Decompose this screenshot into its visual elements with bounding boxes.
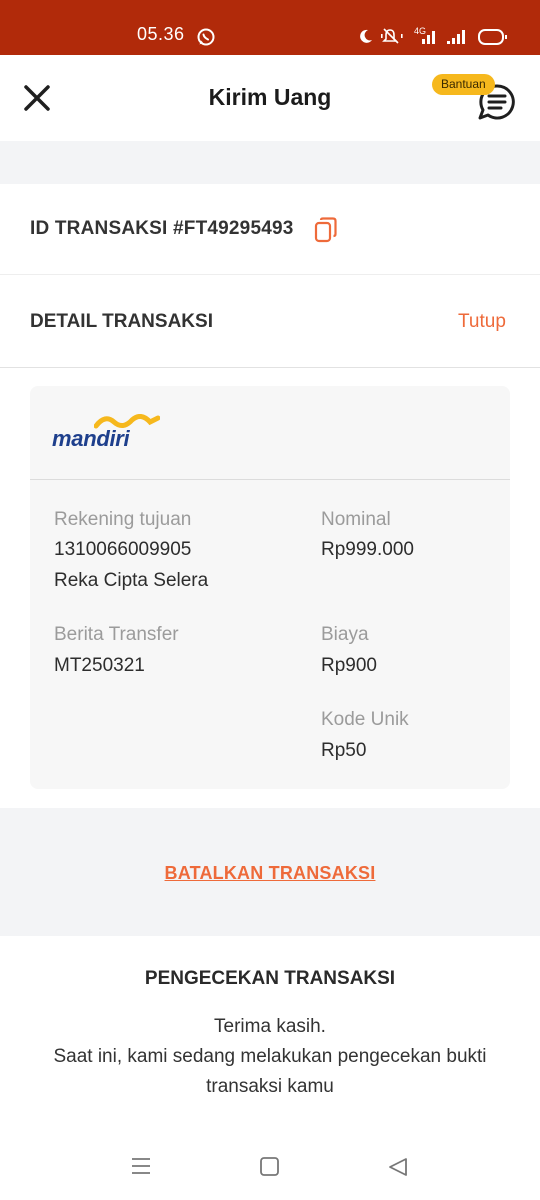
transaction-id: ID TRANSAKSI #FT49295493 <box>30 218 294 239</box>
transaction-id-row: ID TRANSAKSI #FT49295493 <box>0 184 540 275</box>
recipient-name: Reka Cipta Selera <box>54 570 209 591</box>
detail-title: DETAIL TRANSAKSI <box>30 311 213 332</box>
app-header: Kirim Uang Bantuan <box>0 55 540 141</box>
message-label: Berita Transfer <box>54 624 179 645</box>
cancel-section: BATALKAN TRANSAKSI <box>0 808 540 936</box>
section-spacer <box>0 141 540 184</box>
transaction-detail-card: mandiri Rekening tujuan 1310066009905 Re… <box>30 386 510 789</box>
card-divider <box>30 479 510 480</box>
mandiri-logo: mandiri <box>52 412 162 452</box>
fee-value: Rp900 <box>321 655 377 676</box>
mandiri-logo-text: mandiri <box>52 426 130 451</box>
check-message: Terima kasih. Saat ini, kami sedang mela… <box>30 1012 510 1102</box>
status-bar: 05.36 4G <box>0 0 540 55</box>
whatsapp-icon <box>197 28 215 46</box>
system-nav-bar <box>0 1130 540 1200</box>
recipient-account: 1310066009905 <box>54 539 192 560</box>
copy-icon[interactable] <box>314 217 338 243</box>
signal-icon <box>422 30 465 44</box>
mute-icon <box>381 28 403 44</box>
menu-icon[interactable] <box>130 1156 152 1176</box>
cancel-transaction-wrap: BATALKAN TRANSAKSI <box>0 863 540 884</box>
message-value: MT250321 <box>54 655 145 676</box>
nominal-value: Rp999.000 <box>321 539 414 560</box>
status-time: 05.36 <box>137 24 185 44</box>
unique-code-label: Kode Unik <box>321 709 409 730</box>
check-message-line1: Terima kasih. <box>214 1016 326 1037</box>
detail-header: DETAIL TRANSAKSI Tutup <box>0 275 540 368</box>
home-icon[interactable] <box>259 1156 281 1178</box>
moon-icon <box>360 29 372 43</box>
back-icon[interactable] <box>387 1156 409 1178</box>
help-badge[interactable]: Bantuan <box>432 74 495 95</box>
recipient-label: Rekening tujuan <box>54 509 192 530</box>
battery-icon <box>478 29 507 45</box>
nominal-label: Nominal <box>321 509 391 530</box>
close-detail-link[interactable]: Tutup <box>458 311 506 333</box>
check-title: PENGECEKAN TRANSAKSI <box>144 968 396 989</box>
unique-code-value: Rp50 <box>321 740 367 761</box>
fee-label: Biaya <box>321 624 369 645</box>
check-message-line2: Saat ini, kami sedang melakukan pengecek… <box>53 1046 487 1097</box>
cancel-transaction-button[interactable]: BATALKAN TRANSAKSI <box>165 863 376 883</box>
